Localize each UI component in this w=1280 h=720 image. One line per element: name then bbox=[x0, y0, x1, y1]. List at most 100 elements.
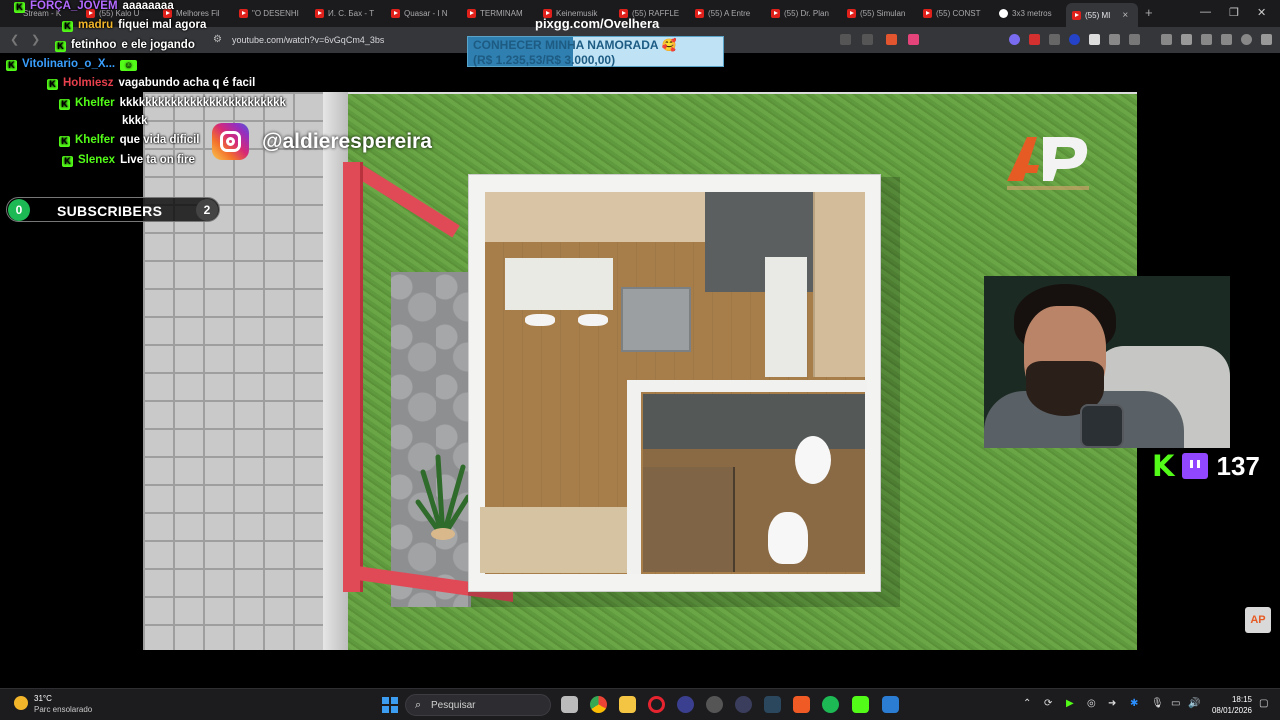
notifications-icon[interactable]: ▢ bbox=[1259, 698, 1268, 709]
file-explorer-icon[interactable] bbox=[619, 696, 636, 713]
youtube-icon bbox=[239, 9, 248, 18]
extension-icon[interactable] bbox=[1009, 34, 1020, 45]
tray-app-icon[interactable]: ◎ bbox=[1087, 698, 1096, 709]
sidebar-icon[interactable] bbox=[1181, 34, 1192, 45]
youtube-icon bbox=[923, 9, 932, 18]
taskbar-search[interactable]: ⌕ Pesquisar bbox=[405, 694, 551, 716]
chat-message: K Vitolinario_o_X... ☺ bbox=[6, 57, 142, 71]
tray-overflow-icon[interactable]: ⌃ bbox=[1023, 698, 1031, 709]
sun-icon[interactable] bbox=[14, 696, 28, 710]
minimize-icon[interactable]: — bbox=[1200, 6, 1211, 18]
youtube-icon bbox=[1072, 10, 1081, 20]
kick-badge-icon: K bbox=[14, 2, 25, 13]
rewards-icon[interactable] bbox=[908, 34, 919, 45]
tab-youtube[interactable]: (55) A Entre bbox=[695, 4, 763, 23]
music-icon[interactable] bbox=[1161, 34, 1172, 45]
bathroom-partition bbox=[627, 380, 867, 392]
subscribers-label: SUBSCRIBERS bbox=[57, 203, 163, 219]
tab-youtube[interactable]: Quasar - I N bbox=[391, 4, 459, 23]
menu-icon[interactable] bbox=[1261, 34, 1272, 45]
right-cabinets bbox=[813, 192, 865, 377]
steam-icon[interactable] bbox=[764, 696, 781, 713]
vpn-icon[interactable] bbox=[1241, 34, 1252, 45]
close-window-icon[interactable]: ✕ bbox=[1257, 6, 1266, 19]
tab-youtube[interactable]: TERMINAM bbox=[467, 4, 535, 23]
maximize-icon[interactable]: ❐ bbox=[1229, 6, 1239, 19]
plant-icon bbox=[415, 454, 471, 540]
tab-youtube[interactable]: (55) Dr. Plan bbox=[771, 4, 839, 23]
chat-message: K Holmiesz vagabundo acha q é facil bbox=[47, 76, 255, 90]
shower bbox=[643, 467, 735, 572]
spotify-icon[interactable] bbox=[822, 696, 839, 713]
kick-badge-icon: K bbox=[47, 79, 58, 90]
app-icon[interactable] bbox=[735, 696, 752, 713]
search-placeholder: Pesquisar bbox=[431, 700, 476, 711]
donation-goal-bar: CONHECER MINHA NAMORADA 🥰 (R$ 1.235,53/R… bbox=[467, 36, 724, 67]
microphone-icon[interactable]: 🎙 bbox=[1151, 698, 1164, 709]
phone-icon bbox=[1080, 404, 1124, 448]
google-icon bbox=[999, 9, 1008, 18]
kick-app-icon[interactable] bbox=[852, 696, 869, 713]
tab-google[interactable]: 3x3 metros bbox=[999, 4, 1067, 23]
close-tab-icon[interactable]: × bbox=[1122, 10, 1128, 21]
weather-description: Parc ensolarado bbox=[34, 705, 93, 714]
tab-youtube[interactable]: "O DESENHI bbox=[239, 4, 307, 23]
back-icon[interactable]: ❮ bbox=[10, 33, 19, 46]
brave-shield-icon[interactable] bbox=[886, 34, 897, 45]
tab-youtube[interactable]: И. С. Бах - Т bbox=[315, 4, 383, 23]
bluetooth-icon[interactable]: ✱ bbox=[1130, 698, 1138, 709]
cast-icon[interactable] bbox=[840, 34, 851, 45]
brave-icon[interactable] bbox=[793, 696, 810, 713]
play-icon[interactable]: ▶ bbox=[1066, 698, 1074, 709]
url-field[interactable]: youtube.com/watch?v=6vGqCm4_3bs bbox=[232, 35, 384, 45]
kick-badge-icon: K bbox=[55, 41, 66, 52]
taskbar: 31°C Parc ensolarado ⌕ Pesquisar ⌃ ⟳ ▶ ◎… bbox=[0, 688, 1280, 720]
kick-badge-icon: K bbox=[59, 136, 70, 147]
discord-icon[interactable] bbox=[677, 696, 694, 713]
tab-youtube[interactable]: (55) CONST bbox=[923, 4, 991, 23]
bar-stool bbox=[578, 314, 608, 326]
chat-message: Kfetinhoo e ele jogando bbox=[55, 38, 195, 52]
chat-message-continued: kkkk bbox=[122, 115, 148, 127]
new-tab-button[interactable]: + bbox=[1145, 5, 1153, 20]
app-icon[interactable] bbox=[882, 696, 899, 713]
site-info-icon[interactable]: ⚙ bbox=[213, 34, 222, 45]
extension-icon[interactable] bbox=[1049, 34, 1060, 45]
extension-icon[interactable] bbox=[1029, 34, 1040, 45]
youtube-icon bbox=[771, 9, 780, 18]
subscriber-count-right: 2 bbox=[196, 199, 218, 221]
sync-icon[interactable]: ⟳ bbox=[1044, 698, 1052, 709]
extension-icon[interactable] bbox=[1089, 34, 1100, 45]
tray-app-icon[interactable]: ➜ bbox=[1108, 698, 1116, 709]
share-icon[interactable] bbox=[862, 34, 873, 45]
app-icon[interactable] bbox=[706, 696, 723, 713]
youtube-icon bbox=[315, 9, 324, 18]
task-view-icon[interactable] bbox=[561, 696, 578, 713]
network-icon[interactable]: ▭ bbox=[1171, 698, 1180, 709]
kick-badge-icon: K bbox=[62, 156, 73, 167]
subscribers-widget: 0 SUBSCRIBERS 2 bbox=[6, 197, 220, 222]
stone-pavers bbox=[143, 92, 348, 650]
temperature: 31°C bbox=[34, 694, 52, 703]
search-icon: ⌕ bbox=[415, 699, 422, 711]
forward-icon[interactable]: ❯ bbox=[31, 33, 40, 46]
tab-active[interactable]: (55) MI × bbox=[1066, 3, 1138, 27]
wallet-icon[interactable] bbox=[1201, 34, 1212, 45]
extension-icon[interactable] bbox=[1069, 34, 1080, 45]
opera-icon[interactable] bbox=[648, 696, 665, 713]
tab-youtube[interactable]: (55) Simulan bbox=[847, 4, 915, 23]
instagram-handle: @aldierespereira bbox=[262, 130, 432, 153]
downloads-icon[interactable] bbox=[1221, 34, 1232, 45]
pix-url: pixgg.com/Ovelhera bbox=[535, 16, 660, 31]
clock[interactable]: 18:15 08/01/2026 bbox=[1206, 694, 1252, 716]
ap-watermark-icon: AP bbox=[1245, 607, 1271, 633]
chrome-icon[interactable] bbox=[590, 696, 607, 713]
youtube-icon bbox=[391, 9, 400, 18]
volume-icon[interactable]: 🔊 bbox=[1188, 698, 1200, 709]
windows-start-icon[interactable] bbox=[382, 697, 398, 713]
chat-message: K Slenex Live ta on fire bbox=[62, 153, 195, 167]
screenshot-icon[interactable] bbox=[1129, 34, 1140, 45]
ap-logo bbox=[1007, 137, 1089, 190]
extensions-puzzle-icon[interactable] bbox=[1109, 34, 1120, 45]
kitchen-upper-cabinets bbox=[485, 192, 705, 242]
